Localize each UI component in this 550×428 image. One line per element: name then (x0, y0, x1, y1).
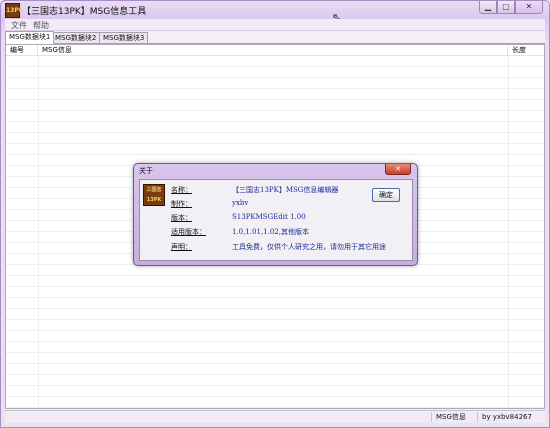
menu-help[interactable]: 帮助 (33, 20, 49, 31)
status-msg-info: MSG信息 (431, 412, 477, 422)
about-dialog-title: 关于 (139, 167, 153, 175)
tab-msg-block-2[interactable]: MSG数据块2 (51, 32, 101, 43)
maximize-button[interactable]: ▢ (497, 1, 515, 14)
title-bar[interactable]: 13PK 【三国志13PK】MSG信息工具 ▁ ▢ ✕ (1, 1, 549, 19)
menu-bar: 文件 帮助 (5, 19, 545, 31)
about-dialog: 关于 ✕ 三国志13PK 名称： 【三国志13PK】MSG信息编辑器 制作： y… (133, 163, 418, 266)
label-statement: 声明： (171, 243, 192, 251)
label-compatible-version: 适用版本： (171, 228, 206, 236)
label-author: 制作： (171, 200, 192, 208)
tab-msg-block-1[interactable]: MSG数据块1 (5, 31, 55, 44)
status-author: by yxbv84267 (477, 412, 545, 422)
column-divider (508, 56, 509, 408)
value-version: S13PKMSGEdit 1.00 (232, 213, 306, 221)
label-version: 版本： (171, 214, 192, 222)
tab-strip: MSG数据块1 MSG数据块2 MSG数据块3 (5, 31, 545, 44)
value-author: yxbv (232, 199, 249, 207)
window-title: 【三国志13PK】MSG信息工具 (22, 7, 147, 17)
close-button[interactable]: ✕ (515, 1, 543, 14)
value-statement: 工具免费，仅供个人研究之用，请勿用于其它用途 (232, 243, 386, 251)
value-name: 【三国志13PK】MSG信息编辑器 (232, 186, 339, 194)
column-header-msg[interactable]: MSG信息 (38, 45, 508, 55)
app-icon: 13PK (5, 3, 23, 18)
ok-button[interactable]: 确定 (372, 188, 400, 202)
minimize-button[interactable]: ▁ (479, 1, 497, 14)
column-divider (38, 56, 39, 408)
about-close-button[interactable]: ✕ (385, 164, 411, 175)
menu-file[interactable]: 文件 (11, 20, 27, 31)
tab-msg-block-3[interactable]: MSG数据块3 (99, 32, 149, 43)
status-bar: MSG信息 by yxbv84267 (5, 410, 545, 423)
label-name: 名称： (171, 186, 192, 194)
about-dialog-body: 三国志13PK 名称： 【三国志13PK】MSG信息编辑器 制作： yxbv 版… (139, 179, 413, 261)
game-logo: 三国志13PK (143, 184, 165, 206)
column-header-length[interactable]: 长度 (508, 45, 544, 55)
column-header-id[interactable]: 编号 (6, 45, 38, 55)
list-header: 编号 MSG信息 长度 (6, 45, 544, 56)
value-compatible-version: 1.0,1.01,1.02,其他版本 (232, 228, 309, 236)
